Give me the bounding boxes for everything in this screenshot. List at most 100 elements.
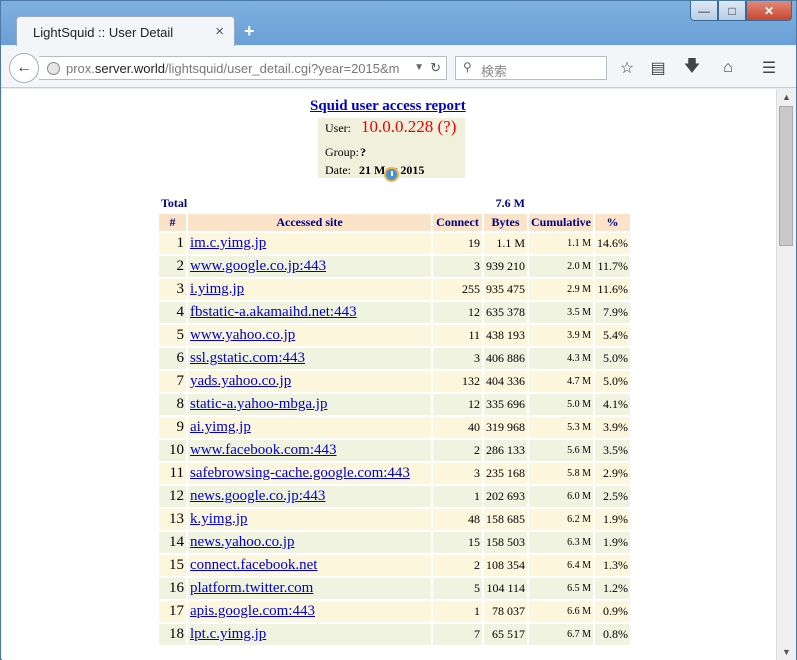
url-bar[interactable]: prox.server.world/lightsquid/user_detail… xyxy=(39,56,447,80)
site-link[interactable]: platform.twitter.com xyxy=(190,580,313,596)
site-link[interactable]: lpt.c.yimg.jp xyxy=(190,626,266,642)
site-link[interactable]: www.yahoo.co.jp xyxy=(190,327,295,343)
site-link[interactable]: apis.google.com:443 xyxy=(190,603,315,619)
clock-icon[interactable] xyxy=(384,167,399,182)
reload-icon[interactable]: ↻ xyxy=(430,60,441,76)
search-box[interactable]: ⚲ 検索 xyxy=(455,56,607,80)
browser-window: LightSquid :: User Detail × + — □ ✕ ← pr… xyxy=(0,0,797,660)
site-link[interactable]: im.c.yimg.jp xyxy=(190,235,266,251)
bytes-cell: 404 336 xyxy=(484,371,527,392)
cumulative-cell: 3.9 M xyxy=(529,325,593,346)
table-row: 11 safebrowsing-cache.google.com:443 3 235 … xyxy=(159,463,630,484)
table-header: # Accessed site Connect Bytes Cumulative… xyxy=(159,214,630,231)
connect-cell: 132 xyxy=(433,371,482,392)
site-link[interactable]: static-a.yahoo-mbga.jp xyxy=(190,396,327,412)
site-link[interactable]: k.yimg.jp xyxy=(190,511,248,527)
history-dropdown-icon[interactable]: ▼ xyxy=(414,62,424,73)
row-number: 5 xyxy=(159,325,186,346)
back-button[interactable]: ← xyxy=(9,53,39,83)
site-link[interactable]: ai.yimg.jp xyxy=(190,419,251,435)
home-icon[interactable]: ⌂ xyxy=(717,57,739,79)
browser-tab[interactable]: LightSquid :: User Detail × xyxy=(16,16,235,47)
minimize-button[interactable]: — xyxy=(690,1,718,21)
tab-close-icon[interactable]: × xyxy=(215,23,224,40)
connect-cell: 3 xyxy=(433,463,482,484)
row-number: 9 xyxy=(159,417,186,438)
site-cell: www.yahoo.co.jp xyxy=(188,325,431,346)
downloads-icon[interactable]: 🡇 xyxy=(681,57,703,79)
site-cell: news.google.co.jp:443 xyxy=(188,486,431,507)
site-cell: safebrowsing-cache.google.com:443 xyxy=(188,463,431,484)
table-row: 13 k.yimg.jp 48 158 685 6.2 M 1.9% xyxy=(159,509,630,530)
site-cell: news.yahoo.co.jp xyxy=(188,532,431,553)
site-link[interactable]: news.yahoo.co.jp xyxy=(190,534,295,550)
url-text[interactable]: prox.server.world/lightsquid/user_detail… xyxy=(66,61,410,76)
cumulative-cell: 6.0 M xyxy=(529,486,593,507)
percent-cell: 0.9% xyxy=(595,601,630,622)
site-cell: yads.yahoo.co.jp xyxy=(188,371,431,392)
site-link[interactable]: news.google.co.jp:443 xyxy=(190,488,325,504)
percent-cell: 11.6% xyxy=(595,279,630,300)
site-link[interactable]: i.yimg.jp xyxy=(190,281,244,297)
connect-cell: 3 xyxy=(433,256,482,277)
page-content: Squid user access report User: 10.0.0.22… xyxy=(2,89,776,660)
bookmark-star-icon[interactable]: ☆ xyxy=(616,57,638,79)
cumulative-cell: 1.1 M xyxy=(529,233,593,254)
maximize-button[interactable]: □ xyxy=(718,1,746,21)
bytes-cell: 286 133 xyxy=(484,440,527,461)
percent-cell: 5.0% xyxy=(595,348,630,369)
date-label: Date: xyxy=(325,163,351,177)
row-number: 8 xyxy=(159,394,186,415)
scroll-thumb[interactable] xyxy=(779,106,793,246)
bytes-cell: 104 114 xyxy=(484,578,527,599)
window-controls: — □ ✕ xyxy=(690,1,792,21)
site-link[interactable]: fbstatic-a.akamaihd.net:443 xyxy=(190,304,357,320)
total-row: Total 7.6 M xyxy=(159,195,630,212)
row-number: 6 xyxy=(159,348,186,369)
site-cell: static-a.yahoo-mbga.jp xyxy=(188,394,431,415)
row-number: 4 xyxy=(159,302,186,323)
connect-cell: 1 xyxy=(433,486,482,507)
user-label: User: xyxy=(325,121,351,135)
report-title-link[interactable]: Squid user access report xyxy=(310,98,466,115)
header-connect: Connect xyxy=(433,214,482,231)
connect-cell: 15 xyxy=(433,532,482,553)
tab-title: LightSquid :: User Detail xyxy=(33,25,174,40)
site-link[interactable]: connect.facebook.net xyxy=(190,557,317,573)
connect-cell: 40 xyxy=(433,417,482,438)
site-cell: fbstatic-a.akamaihd.net:443 xyxy=(188,302,431,323)
percent-cell: 1.9% xyxy=(595,532,630,553)
table-row: 2 www.google.co.jp:443 3 939 210 2.0 M 11.7% xyxy=(159,256,630,277)
table-row: 7 yads.yahoo.co.jp 132 404 336 4.7 M 5.0% xyxy=(159,371,630,392)
site-link[interactable]: ssl.gstatic.com:443 xyxy=(190,350,305,366)
scroll-up-icon[interactable]: ▲ xyxy=(782,92,791,102)
globe-icon xyxy=(47,62,60,75)
percent-cell: 3.5% xyxy=(595,440,630,461)
new-tab-button[interactable]: + xyxy=(244,21,255,42)
percent-cell: 4.1% xyxy=(595,394,630,415)
table-row: 4 fbstatic-a.akamaihd.net:443 12 635 378 3.5… xyxy=(159,302,630,323)
site-cell: connect.facebook.net xyxy=(188,555,431,576)
reading-list-icon[interactable]: ▤ xyxy=(647,57,669,79)
percent-cell: 11.7% xyxy=(595,256,630,277)
row-number: 14 xyxy=(159,532,186,553)
site-cell: ai.yimg.jp xyxy=(188,417,431,438)
row-number: 17 xyxy=(159,601,186,622)
bytes-cell: 202 693 xyxy=(484,486,527,507)
site-link[interactable]: www.google.co.jp:443 xyxy=(190,258,326,274)
table-row: 15 connect.facebook.net 2 108 354 6.4 M 1.3% xyxy=(159,555,630,576)
percent-cell: 3.9% xyxy=(595,417,630,438)
cumulative-cell: 6.7 M xyxy=(529,624,593,645)
vertical-scrollbar[interactable]: ▲ ▼ xyxy=(776,89,796,660)
row-number: 16 xyxy=(159,578,186,599)
connect-cell: 7 xyxy=(433,624,482,645)
table-row: 1 im.c.yimg.jp 19 1.1 M 1.1 M 14.6% xyxy=(159,233,630,254)
site-link[interactable]: yads.yahoo.co.jp xyxy=(190,373,291,389)
site-link[interactable]: www.facebook.com:443 xyxy=(190,442,336,458)
close-window-button[interactable]: ✕ xyxy=(746,1,792,21)
bytes-cell: 335 696 xyxy=(484,394,527,415)
site-link[interactable]: safebrowsing-cache.google.com:443 xyxy=(190,465,410,481)
cumulative-cell: 5.3 M xyxy=(529,417,593,438)
menu-icon[interactable]: ☰ xyxy=(758,57,780,79)
scroll-down-icon[interactable]: ▼ xyxy=(782,647,791,657)
